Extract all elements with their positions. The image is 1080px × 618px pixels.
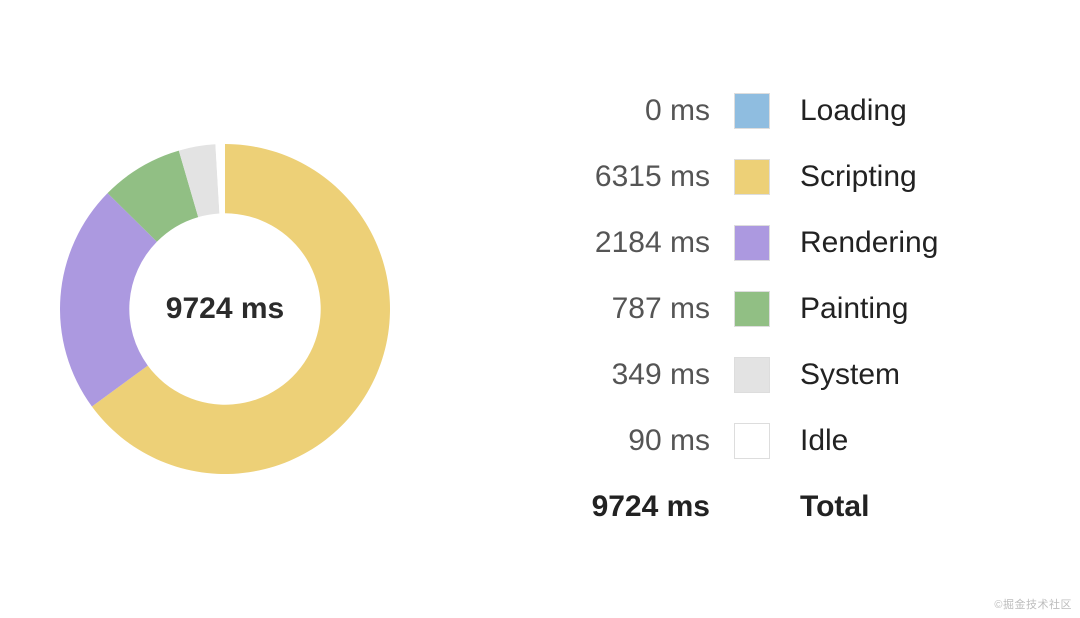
legend-row-idle: 90 ms Idle <box>550 423 938 459</box>
legend-label: Scripting <box>800 160 917 194</box>
legend-label: System <box>800 358 900 392</box>
legend-total-swatch <box>734 489 770 525</box>
legend-value: 6315 ms <box>550 160 710 194</box>
donut-center-total: 9724 ms <box>166 292 284 326</box>
legend-row-rendering: 2184 ms Rendering <box>550 225 938 261</box>
legend-row-loading: 0 ms Loading <box>550 93 938 129</box>
legend-value: 0 ms <box>550 94 710 128</box>
legend-total-value: 9724 ms <box>550 490 710 524</box>
legend-row-painting: 787 ms Painting <box>550 291 938 327</box>
donut-chart: 9724 ms <box>60 144 390 474</box>
legend: 0 ms Loading 6315 ms Scripting 2184 ms Render… <box>550 93 938 525</box>
legend-label: Idle <box>800 424 848 458</box>
legend-swatch <box>734 291 770 327</box>
legend-value: 349 ms <box>550 358 710 392</box>
legend-swatch <box>734 225 770 261</box>
legend-label: Rendering <box>800 226 938 260</box>
legend-label: Loading <box>800 94 907 128</box>
watermark: ©掘金技术社区 <box>994 596 1072 612</box>
legend-row-scripting: 6315 ms Scripting <box>550 159 938 195</box>
legend-swatch <box>734 93 770 129</box>
legend-value: 2184 ms <box>550 226 710 260</box>
legend-swatch <box>734 159 770 195</box>
legend-swatch <box>734 423 770 459</box>
legend-total-label: Total <box>800 490 869 524</box>
legend-label: Painting <box>800 292 908 326</box>
legend-value: 787 ms <box>550 292 710 326</box>
legend-value: 90 ms <box>550 424 710 458</box>
legend-row-system: 349 ms System <box>550 357 938 393</box>
legend-swatch <box>734 357 770 393</box>
legend-row-total: 9724 ms Total <box>550 489 938 525</box>
